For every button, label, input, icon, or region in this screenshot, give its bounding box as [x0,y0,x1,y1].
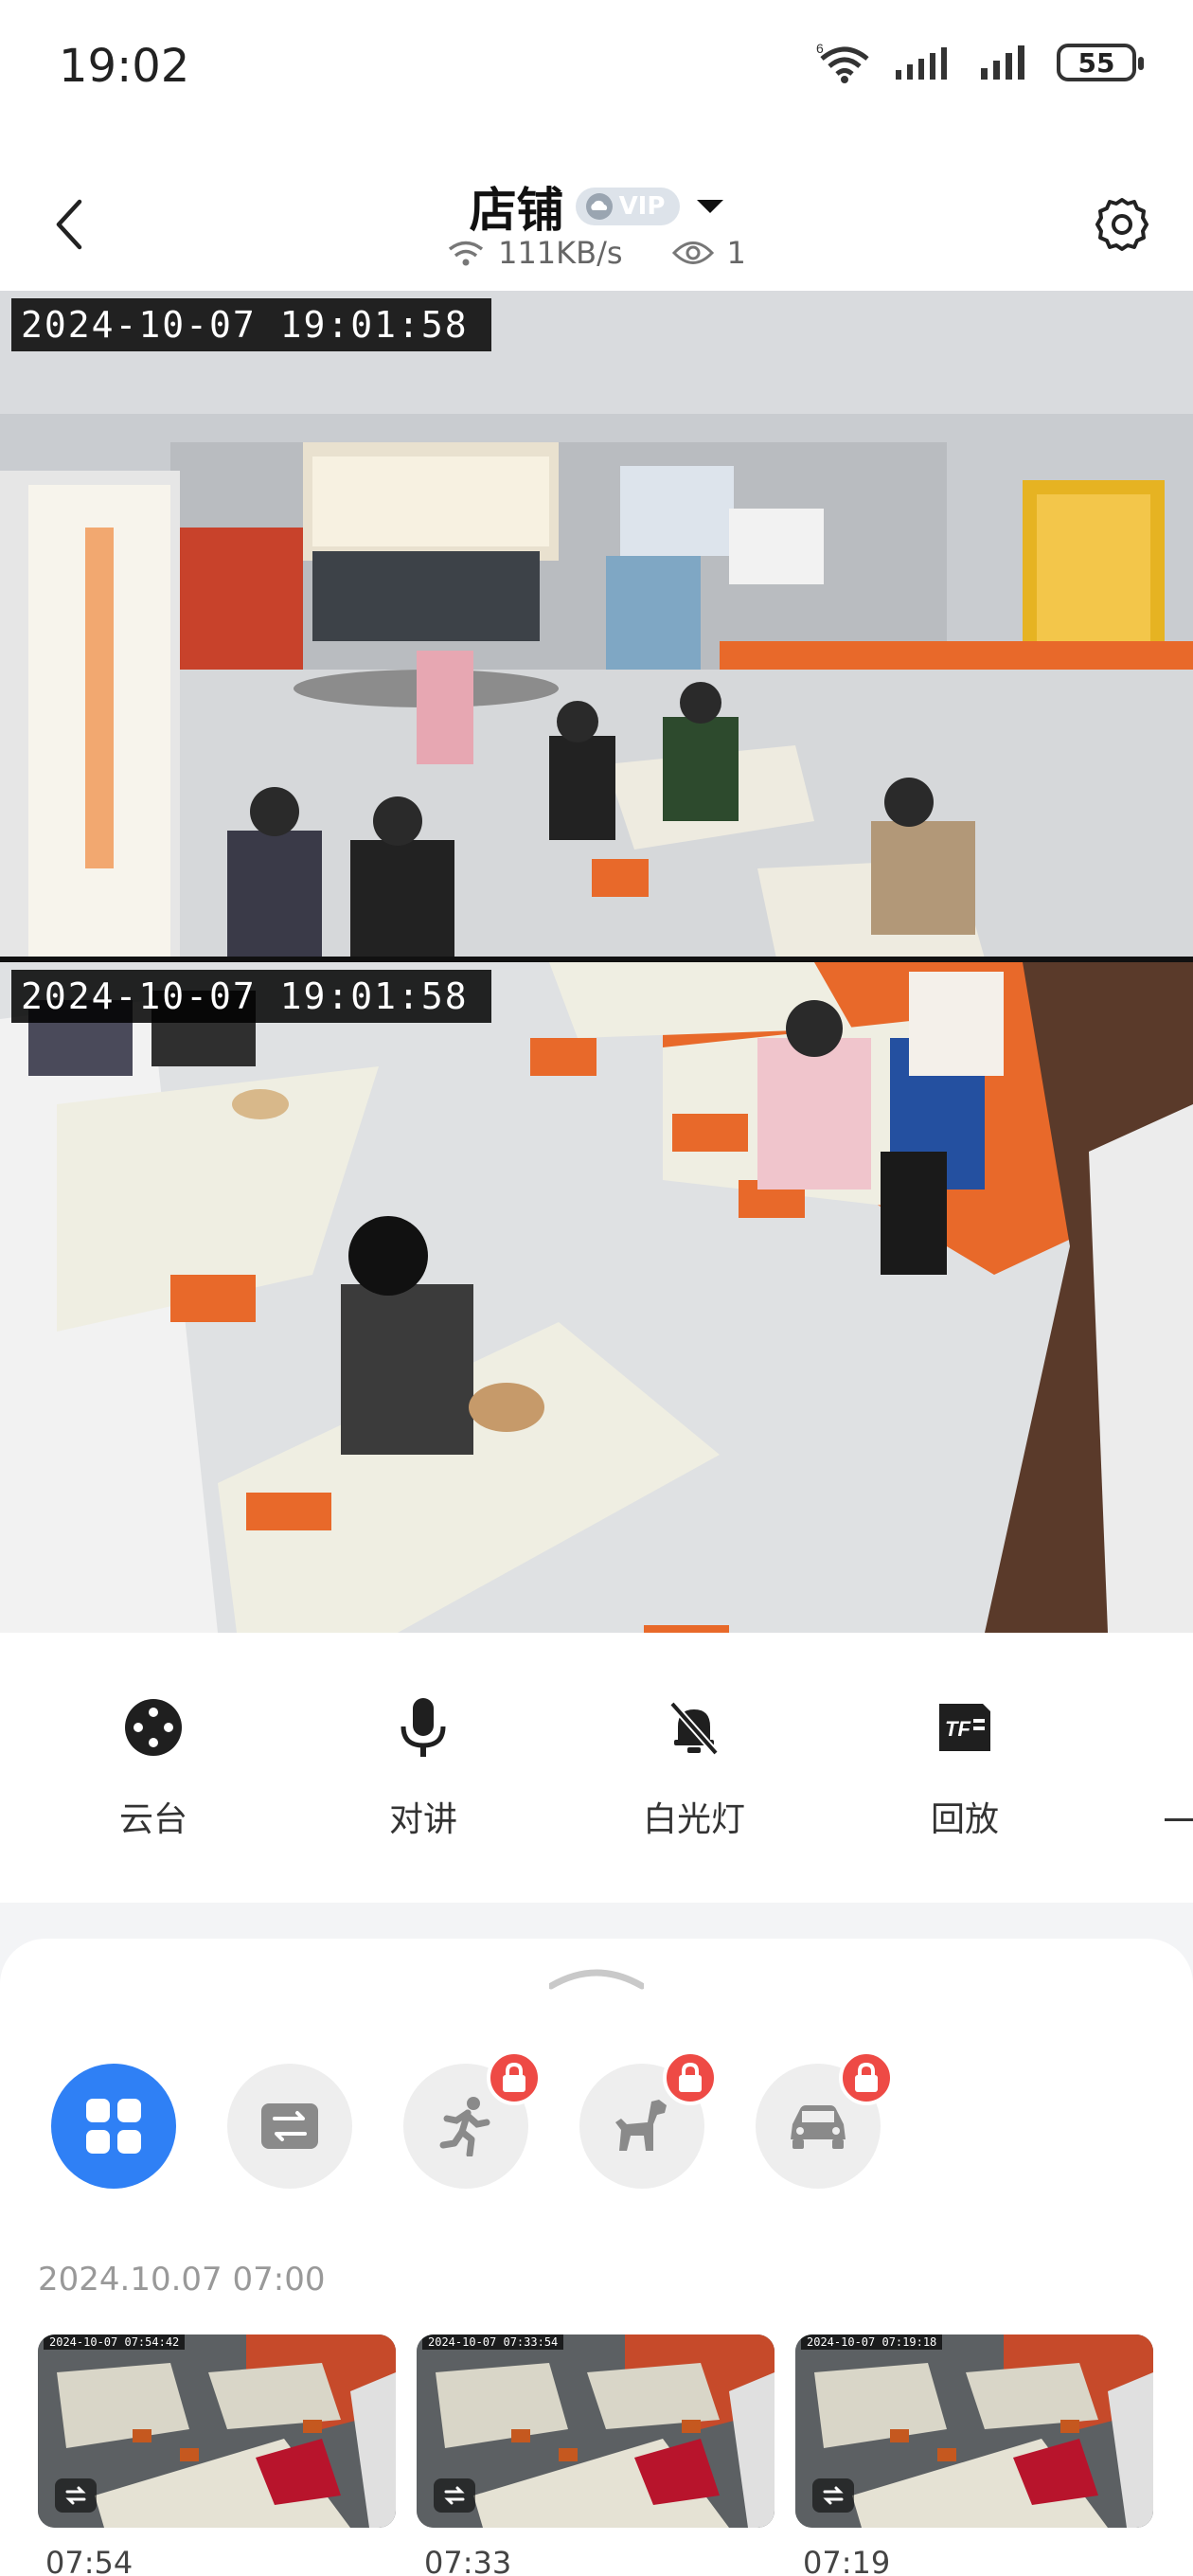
event-thumbnail-timestamp: 2024-10-07 07:33:54 [422,2334,564,2350]
control-bar: 云台 对讲 白光灯 TF 回放 [0,1633,1193,1903]
camera-feed-2-image [0,962,1193,1633]
event-date-label: 2024.10.07 07:00 [38,2261,326,2299]
vip-label: VIP [618,192,666,221]
settings-button[interactable] [1089,191,1155,258]
event-switch-badge-icon [812,2478,854,2513]
event-item[interactable]: 2024-10-07 07:33:54 07:33 [417,2334,775,2576]
status-time: 19:02 [59,40,190,93]
event-thumbnail-timestamp: 2024-10-07 07:54:42 [44,2334,186,2350]
filter-pet-lock-icon [663,2050,718,2105]
panel-handle[interactable] [547,1963,646,1995]
battery-indicator: 55 [1057,44,1144,81]
signal-2-icon [981,45,1024,80]
filter-switch-button[interactable] [227,2064,352,2189]
dropdown-caret-icon [697,200,724,213]
svg-text:TF: TF [945,1717,970,1741]
filter-vehicle-button[interactable] [756,2050,894,2189]
talk-label: 对讲 [388,1800,457,1839]
feed-1-timestamp: 2024-10-07 19:01:58 [11,298,491,351]
event-time: 07:19 [803,2545,891,2576]
event-thumbnail: 2024-10-07 07:54:42 [38,2334,396,2528]
chevron-up-icon [547,1969,646,1990]
microphone-icon [385,1690,461,1765]
signal-1-icon [896,47,947,80]
eye-icon [671,242,714,264]
white-light-label: 白光灯 [642,1800,745,1839]
car-icon [791,2105,846,2149]
gear-icon [1095,198,1148,251]
event-switch-badge-icon [55,2478,97,2513]
ptz-joystick-icon [116,1690,191,1765]
dog-icon [615,2100,667,2151]
filter-person-button[interactable] [403,2050,542,2189]
event-thumbnail: 2024-10-07 07:19:18 [795,2334,1153,2528]
ptz-label: 云台 [118,1800,187,1839]
status-bar: 19:02 6 55 [0,0,1193,137]
filter-all-button[interactable] [51,2064,176,2189]
device-header: 店铺 VIP 111KB/s 1 [0,161,1193,289]
event-switch-badge-icon [434,2478,475,2513]
cloud-icon [585,193,613,220]
switch-icon [261,2103,318,2149]
playback-button[interactable]: TF 回放 [870,1690,1059,1841]
feed-2-timestamp: 2024-10-07 19:01:58 [11,970,491,1023]
vip-badge: VIP [575,188,681,225]
playback-label: 回放 [930,1800,999,1839]
filter-person-lock-icon [487,2050,542,2105]
event-time: 07:33 [424,2545,512,2576]
wifi-icon: 6 [816,42,869,83]
ptz-button[interactable]: 云台 [59,1690,248,1841]
event-time: 07:54 [45,2545,134,2576]
viewer-count: 1 [726,235,746,271]
event-filter-row [51,2050,894,2189]
device-title-row[interactable]: 店铺 VIP [0,172,1193,241]
stream-speed: 111KB/s [498,235,623,271]
camera-feed-1[interactable]: 2024-10-07 19:01:58 [0,291,1193,958]
camera-feed-2[interactable]: 2024-10-07 19:01:58 [0,962,1193,1633]
filter-pet-button[interactable] [579,2050,718,2189]
light-off-icon [656,1690,732,1765]
svg-text:6: 6 [816,42,824,56]
wifi-speed-icon [449,241,484,266]
camera-feed-1-image [0,291,1193,958]
filter-vehicle-lock-icon [839,2050,894,2105]
event-item[interactable]: 2024-10-07 07:19:18 07:19 [795,2334,1153,2576]
tf-card-icon: TF [927,1690,1003,1765]
talk-button[interactable]: 对讲 [329,1690,518,1841]
more-controls-indicator[interactable] [1165,1818,1193,1821]
event-thumbnail-list: 2024-10-07 07:54:42 07:54 2024-10-07 07:… [38,2334,1153,2576]
device-title: 店铺 [469,183,564,238]
status-icons: 6 55 [816,42,1144,83]
event-thumbnail: 2024-10-07 07:33:54 [417,2334,775,2528]
event-thumbnail-timestamp: 2024-10-07 07:19:18 [801,2334,943,2350]
event-panel: 2024.10.07 07:00 2024-10-07 07:54:42 07:… [0,1939,1193,2576]
grid-icon [86,2099,141,2154]
white-light-button[interactable]: 白光灯 [599,1690,789,1841]
event-item[interactable]: 2024-10-07 07:54:42 07:54 [38,2334,396,2576]
running-person-icon [439,2097,490,2156]
stream-info: 111KB/s 1 [0,235,1193,271]
